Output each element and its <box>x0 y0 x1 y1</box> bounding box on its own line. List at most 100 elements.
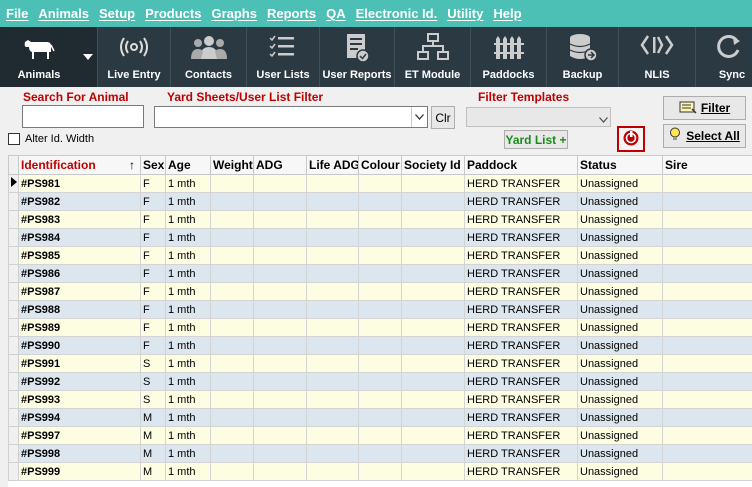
cell-sex[interactable]: F <box>140 228 166 247</box>
toolbar-animals-button[interactable]: Animals <box>0 27 78 87</box>
cell-society-id[interactable] <box>401 210 465 229</box>
cell-sex[interactable]: F <box>140 174 166 193</box>
column-header-life-adg[interactable]: Life ADG <box>306 155 359 175</box>
cell-society-id[interactable] <box>401 354 465 373</box>
cell-age[interactable]: 1 mth <box>165 462 211 481</box>
cell-sex[interactable]: F <box>140 246 166 265</box>
cell-sire[interactable] <box>662 192 752 211</box>
cell-age[interactable]: 1 mth <box>165 426 211 445</box>
cell-colour[interactable] <box>358 228 402 247</box>
table-row[interactable]: #PS984 F 1 mth HERD TRANSFER Unassigned <box>8 228 752 247</box>
menu-setup[interactable]: Setup <box>99 6 135 21</box>
cell-colour[interactable] <box>358 318 402 337</box>
cell-identification[interactable]: #PS992 <box>18 372 141 391</box>
column-header-colour[interactable]: Colour <box>358 155 402 175</box>
table-row[interactable]: #PS999 M 1 mth HERD TRANSFER Unassigned <box>8 462 752 481</box>
table-row[interactable]: #PS992 S 1 mth HERD TRANSFER Unassigned <box>8 372 752 391</box>
cell-paddock[interactable]: HERD TRANSFER <box>464 318 578 337</box>
row-selector[interactable] <box>8 264 19 283</box>
menu-utility[interactable]: Utility <box>447 6 483 21</box>
cell-sire[interactable] <box>662 174 752 193</box>
toolbar-nlis-button[interactable]: NLIS <box>619 27 696 87</box>
cell-identification[interactable]: #PS988 <box>18 300 141 319</box>
cell-status[interactable]: Unassigned <box>577 246 663 265</box>
cell-life-adg[interactable] <box>306 444 359 463</box>
cell-colour[interactable] <box>358 210 402 229</box>
table-row[interactable]: #PS989 F 1 mth HERD TRANSFER Unassigned <box>8 318 752 337</box>
cell-sire[interactable] <box>662 372 752 391</box>
toolbar-sync-button[interactable]: Sync <box>696 27 752 87</box>
cell-weight[interactable] <box>210 264 254 283</box>
cell-adg[interactable] <box>253 210 307 229</box>
cell-adg[interactable] <box>253 228 307 247</box>
row-selector[interactable] <box>8 192 19 211</box>
table-row[interactable]: #PS986 F 1 mth HERD TRANSFER Unassigned <box>8 264 752 283</box>
row-selector[interactable] <box>8 318 19 337</box>
cell-age[interactable]: 1 mth <box>165 336 211 355</box>
cell-life-adg[interactable] <box>306 228 359 247</box>
table-row[interactable]: #PS988 F 1 mth HERD TRANSFER Unassigned <box>8 300 752 319</box>
cell-paddock[interactable]: HERD TRANSFER <box>464 282 578 301</box>
row-selector[interactable] <box>8 228 19 247</box>
cell-status[interactable]: Unassigned <box>577 462 663 481</box>
cell-sire[interactable] <box>662 408 752 427</box>
cell-sex[interactable]: M <box>140 444 166 463</box>
cell-adg[interactable] <box>253 318 307 337</box>
toolbar-backup-button[interactable]: Backup <box>547 27 619 87</box>
cell-identification[interactable]: #PS981 <box>18 174 141 193</box>
cell-weight[interactable] <box>210 426 254 445</box>
cell-sex[interactable]: M <box>140 426 166 445</box>
column-header-weight[interactable]: Weight <box>210 155 254 175</box>
cell-adg[interactable] <box>253 354 307 373</box>
cell-colour[interactable] <box>358 390 402 409</box>
cell-status[interactable]: Unassigned <box>577 210 663 229</box>
cell-status[interactable]: Unassigned <box>577 354 663 373</box>
table-row[interactable]: #PS997 M 1 mth HERD TRANSFER Unassigned <box>8 426 752 445</box>
select-all-button[interactable]: Select All <box>663 124 746 148</box>
cell-paddock[interactable]: HERD TRANSFER <box>464 174 578 193</box>
cell-sex[interactable]: M <box>140 462 166 481</box>
cell-colour[interactable] <box>358 408 402 427</box>
row-selector[interactable] <box>8 282 19 301</box>
cell-society-id[interactable] <box>401 174 465 193</box>
cell-age[interactable]: 1 mth <box>165 264 211 283</box>
cell-society-id[interactable] <box>401 192 465 211</box>
cell-identification[interactable]: #PS987 <box>18 282 141 301</box>
cell-sire[interactable] <box>662 336 752 355</box>
cell-sire[interactable] <box>662 210 752 229</box>
column-header-sex[interactable]: Sex <box>140 155 166 175</box>
cell-society-id[interactable] <box>401 408 465 427</box>
yard-sheets-select[interactable] <box>154 106 428 128</box>
cell-sex[interactable]: S <box>140 390 166 409</box>
cell-sex[interactable]: F <box>140 192 166 211</box>
cell-life-adg[interactable] <box>306 462 359 481</box>
cell-society-id[interactable] <box>401 390 465 409</box>
toolbar-user-reports-button[interactable]: User Reports <box>320 27 395 87</box>
cell-age[interactable]: 1 mth <box>165 210 211 229</box>
cell-status[interactable]: Unassigned <box>577 264 663 283</box>
cell-weight[interactable] <box>210 192 254 211</box>
cell-identification[interactable]: #PS997 <box>18 426 141 445</box>
cell-adg[interactable] <box>253 372 307 391</box>
cell-age[interactable]: 1 mth <box>165 390 211 409</box>
cell-weight[interactable] <box>210 174 254 193</box>
cell-status[interactable]: Unassigned <box>577 372 663 391</box>
reset-filter-button[interactable] <box>617 126 645 152</box>
row-selector[interactable] <box>8 372 19 391</box>
cell-paddock[interactable]: HERD TRANSFER <box>464 444 578 463</box>
table-row[interactable]: #PS990 F 1 mth HERD TRANSFER Unassigned <box>8 336 752 355</box>
cell-status[interactable]: Unassigned <box>577 300 663 319</box>
menu-help[interactable]: Help <box>493 6 521 21</box>
table-row[interactable]: #PS993 S 1 mth HERD TRANSFER Unassigned <box>8 390 752 409</box>
cell-weight[interactable] <box>210 318 254 337</box>
cell-sex[interactable]: S <box>140 372 166 391</box>
cell-paddock[interactable]: HERD TRANSFER <box>464 246 578 265</box>
cell-sex[interactable]: S <box>140 354 166 373</box>
cell-status[interactable]: Unassigned <box>577 192 663 211</box>
cell-paddock[interactable]: HERD TRANSFER <box>464 390 578 409</box>
cell-paddock[interactable]: HERD TRANSFER <box>464 372 578 391</box>
cell-age[interactable]: 1 mth <box>165 372 211 391</box>
cell-colour[interactable] <box>358 192 402 211</box>
table-row[interactable]: #PS998 M 1 mth HERD TRANSFER Unassigned <box>8 444 752 463</box>
cell-sex[interactable]: F <box>140 318 166 337</box>
